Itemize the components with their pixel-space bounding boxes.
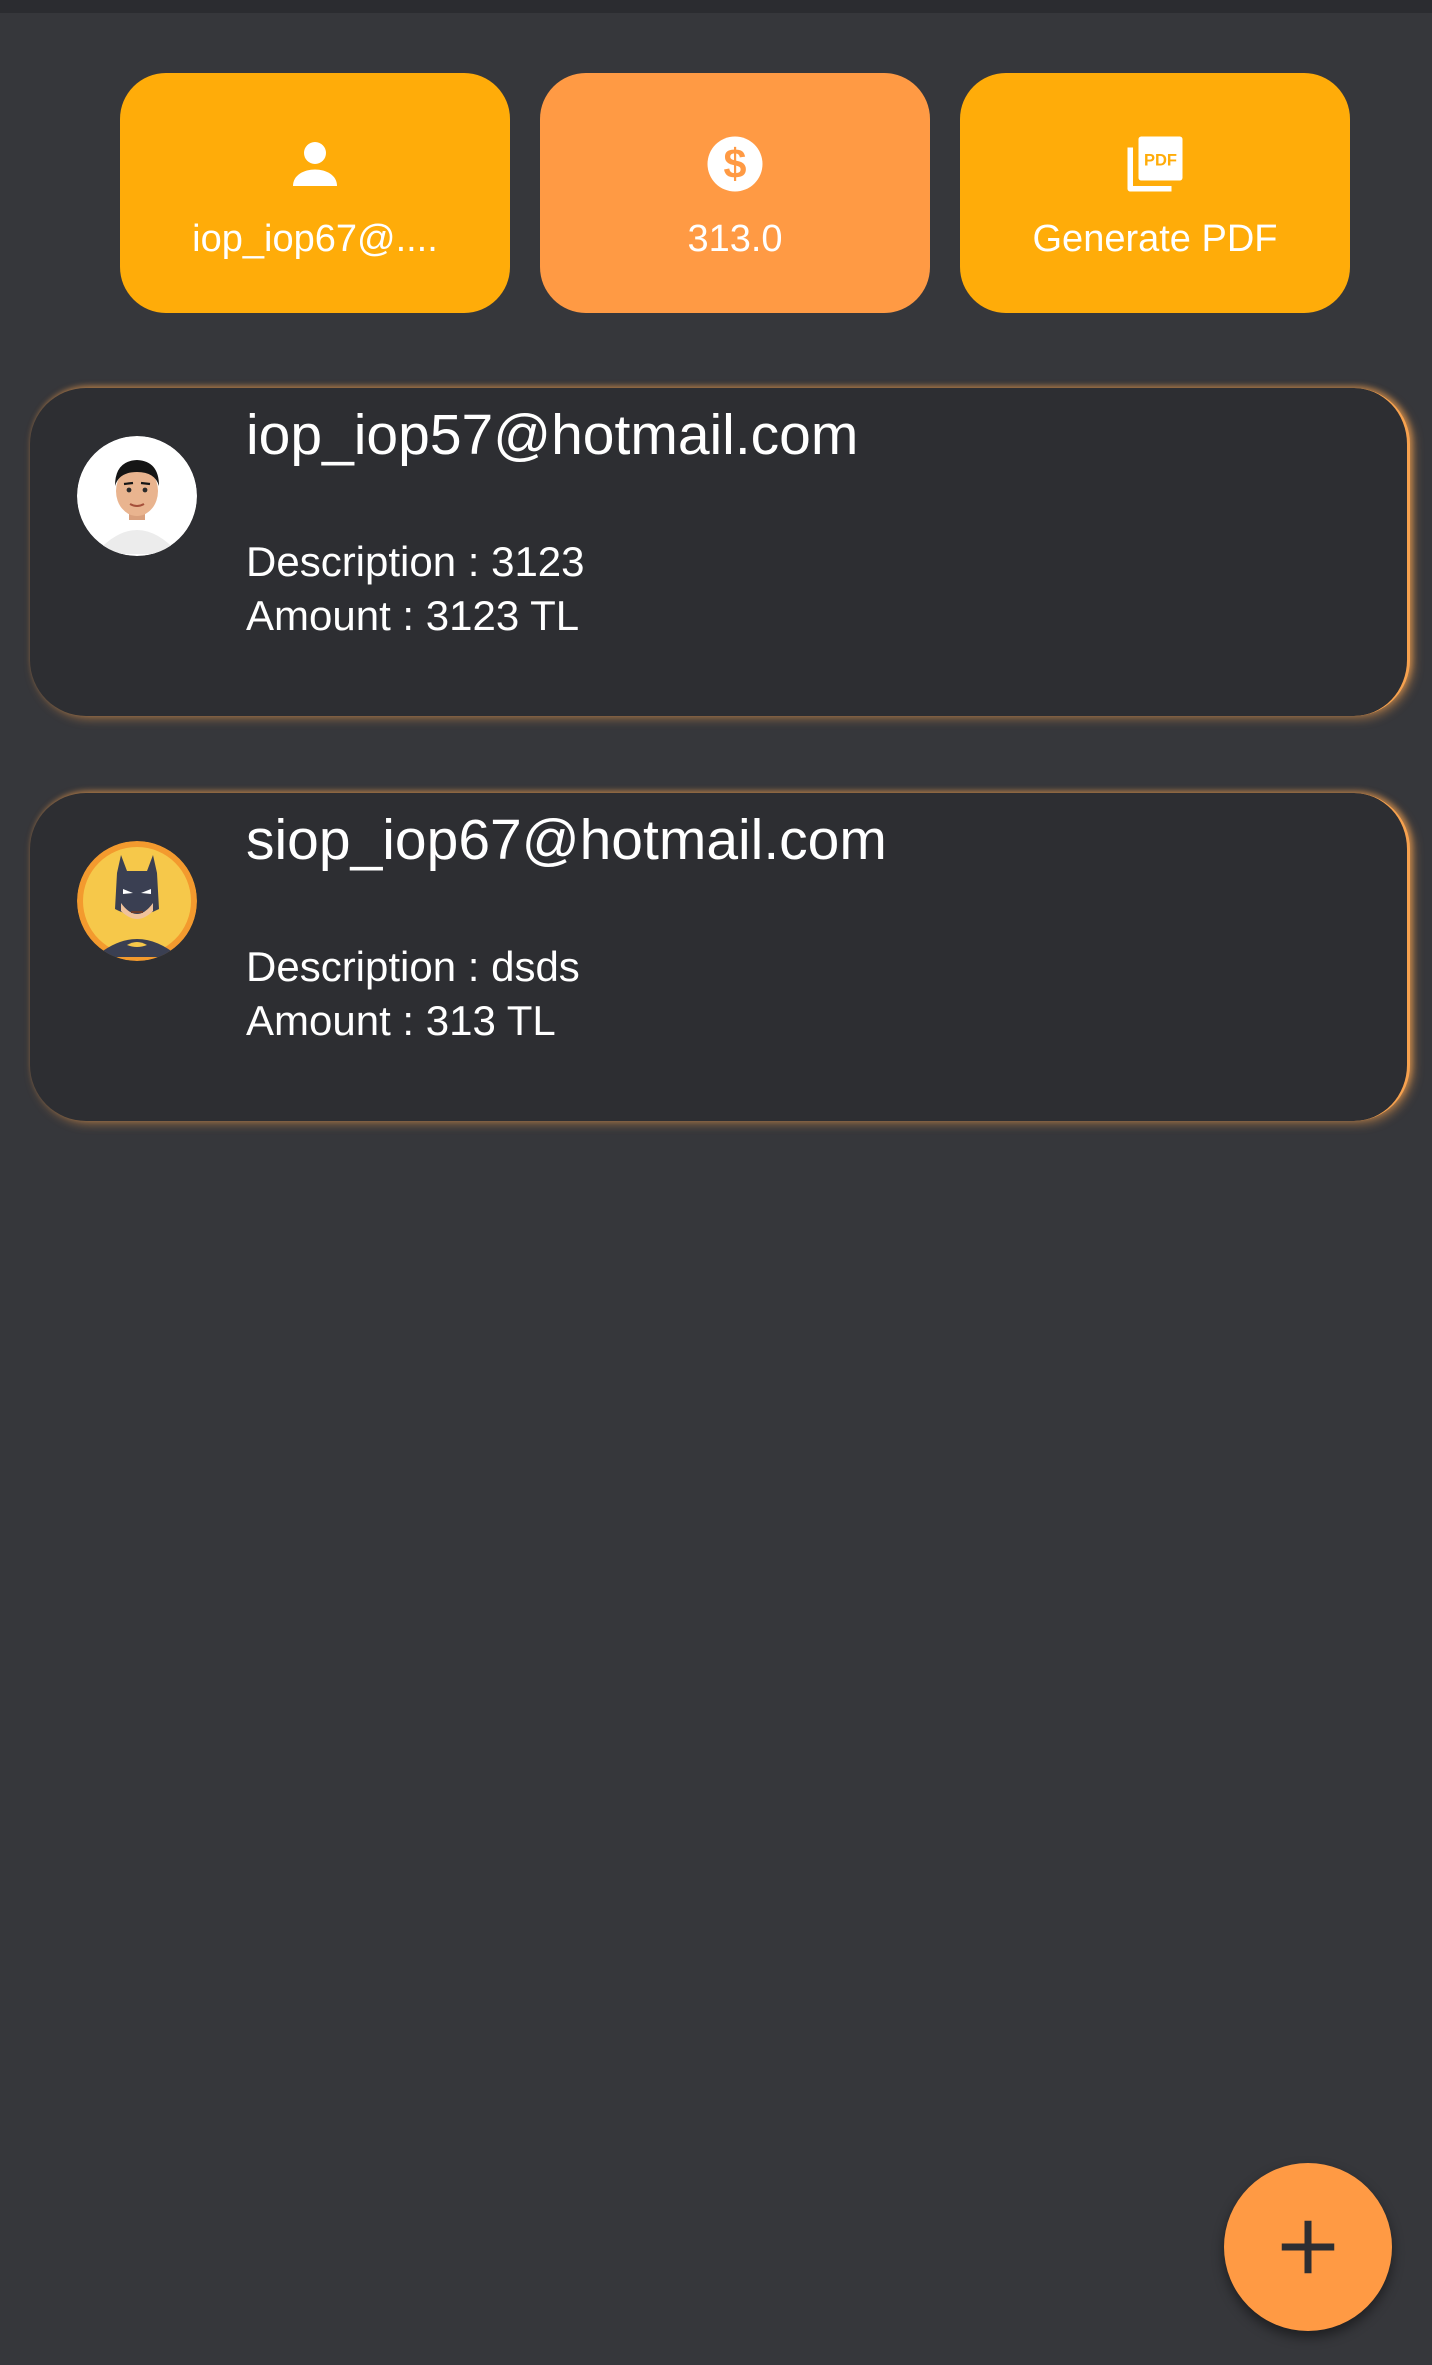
status-bar [0,0,1432,13]
transaction-email: iop_iop57@hotmail.com [246,403,859,467]
transaction-amount: Amount : 3123 TL [246,592,580,639]
transaction-description: Description : dsds [246,943,580,990]
user-account-label: iop_iop67@.... [192,218,438,260]
dollar-circle-icon: $ [707,136,763,192]
batman-avatar [77,841,197,961]
man-avatar [77,436,197,556]
pdf-icon: PDF [1127,136,1183,192]
person-icon [293,142,337,186]
plus-icon [1281,2220,1335,2274]
user-account-button[interactable]: iop_iop67@.... [120,73,510,313]
transaction-card[interactable]: iop_iop57@hotmail.com Description : 3123… [30,388,1410,716]
total-amount-button[interactable]: $ 313.0 [540,73,930,313]
generate-pdf-label: Generate PDF [1032,218,1278,260]
transaction-description: Description : 3123 [246,538,585,585]
add-transaction-button[interactable] [1224,2163,1392,2331]
top-action-bar: iop_iop67@.... $ 313.0 PDF Generate PDF [120,73,1350,313]
total-amount-label: 313.0 [687,218,783,260]
generate-pdf-button[interactable]: PDF Generate PDF [960,73,1350,313]
svg-text:$: $ [724,141,747,187]
svg-text:PDF: PDF [1144,151,1177,169]
transaction-card[interactable]: siop_iop67@hotmail.com Description : dsd… [30,793,1410,1121]
transaction-email: siop_iop67@hotmail.com [246,808,887,872]
transaction-amount: Amount : 313 TL [246,997,556,1044]
